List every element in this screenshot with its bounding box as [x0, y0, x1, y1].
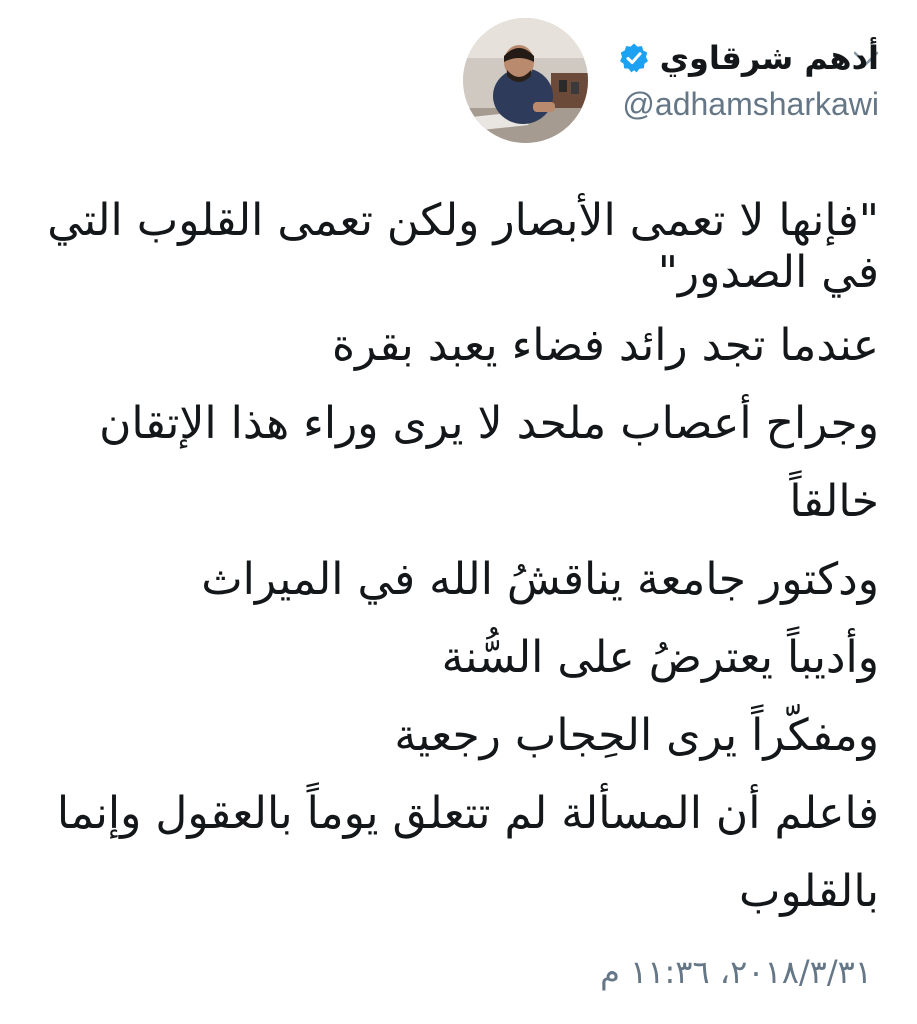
tweet-timestamp[interactable]: ٢٠١٨/٣/٣١، ١١:٣٦ م: [600, 950, 872, 994]
tweet-header: أدهم شرقاوي @adhamsharkawi: [462, 18, 879, 143]
tweet-line: "فإنها لا تعمى الأبصار ولكن تعمى القلوب …: [47, 195, 879, 246]
tweet-line: بالقلوب: [738, 866, 879, 917]
verified-badge-icon: [618, 42, 650, 74]
tweet-line: عندما تجد رائد فضاء يعبد بقرة: [331, 320, 879, 371]
tweet-line: فاعلم أن المسألة لم تتعلق يوماً بالعقول …: [56, 788, 879, 839]
tweet-line: خالقاً: [789, 476, 879, 527]
tweet-line: ودكتور جامعة يناقشُ الله في الميراث: [201, 554, 879, 605]
author-name-row: أدهم شرقاوي: [618, 38, 879, 78]
author-display-name: أدهم شرقاوي: [659, 39, 879, 77]
avatar[interactable]: [462, 18, 588, 143]
tweet-line: في الصدور": [657, 247, 879, 298]
tweet-line: وأديباً يعترضُ على السُّنة: [441, 632, 879, 683]
tweet-text: "فإنها لا تعمى الأبصار ولكن تعمى القلوب …: [29, 195, 879, 931]
tweet-line: ومفكّراً يرى الحِجاب رجعية: [394, 710, 879, 761]
author-info[interactable]: أدهم شرقاوي @adhamsharkawi: [618, 18, 879, 124]
tweet-card: أدهم شرقاوي @adhamsharkawi "فإنها لا تعم…: [0, 0, 917, 1024]
author-handle: @adhamsharkawi: [622, 86, 879, 122]
tweet-line: وجراح أعصاب ملحد لا يرى وراء هذا الإتقان: [99, 398, 879, 449]
